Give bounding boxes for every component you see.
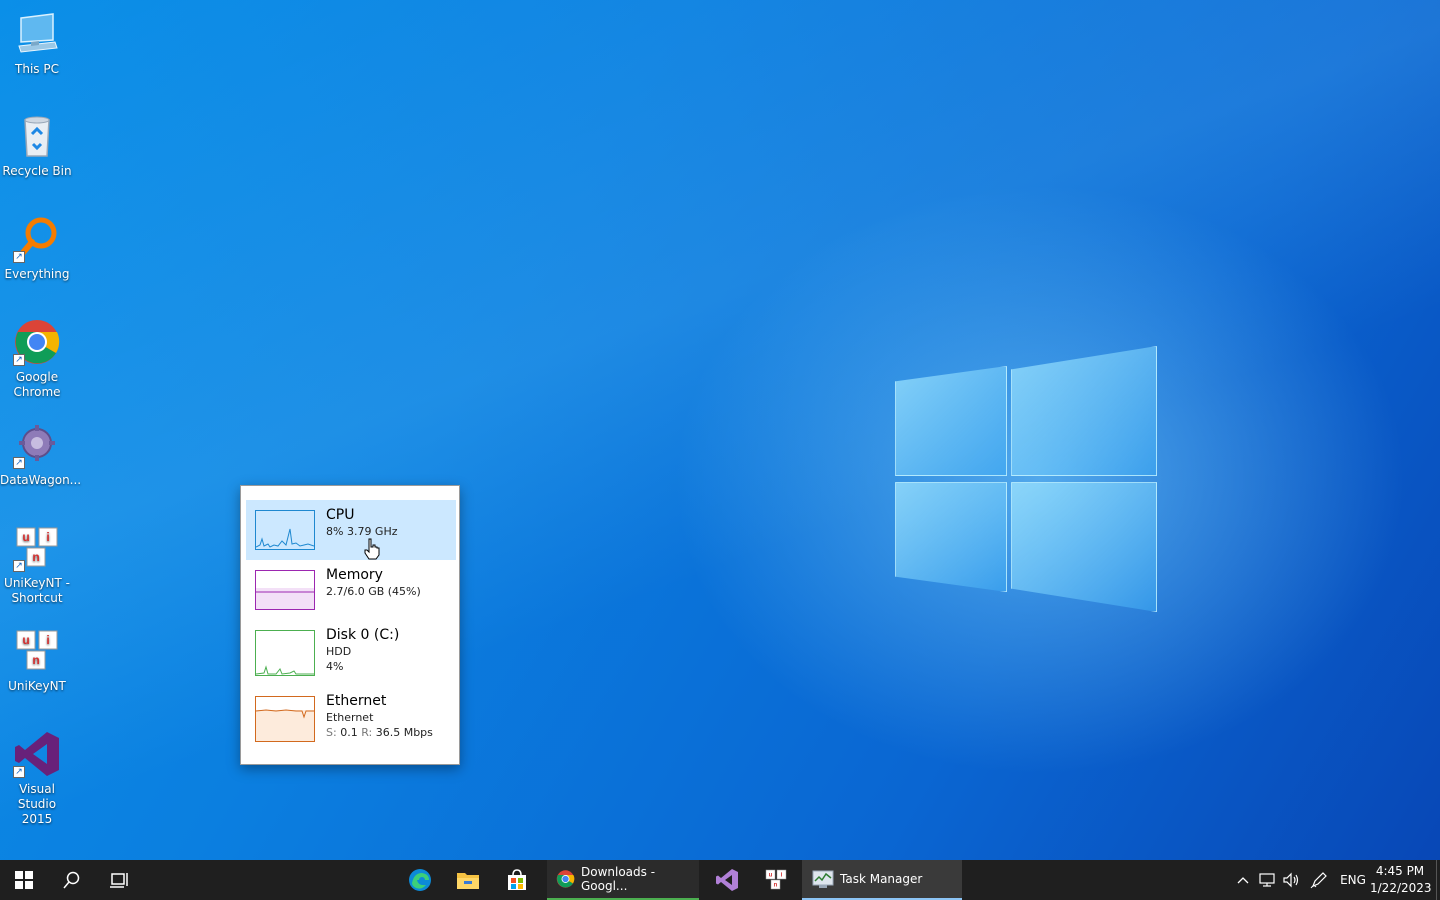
show-hidden-icons-button[interactable]: [1232, 860, 1254, 900]
recycle-bin-icon: [13, 112, 61, 160]
taskbar-unikey-button[interactable]: u i n: [752, 860, 800, 900]
desktop-icon-label: Recycle Bin: [2, 164, 72, 178]
chevron-up-icon: [1237, 877, 1249, 884]
datawagon-icon: ↗: [13, 421, 61, 469]
task-manager-icon: [812, 870, 834, 888]
desktop-icon-visual-studio[interactable]: ↗ Visual Studio 2015: [0, 730, 74, 827]
network-tray-button[interactable]: [1256, 860, 1278, 900]
desktop-icon-label: Everything: [4, 267, 70, 281]
wallpaper-light-beam: [0, 0, 1440, 860]
store-icon: [508, 869, 526, 890]
desktop-icon-unikeynt-shortcut[interactable]: u i n ↗ UniKeyNT - Shortcut: [0, 524, 74, 606]
desktop-icon-label: Google Chrome: [13, 370, 61, 399]
taskbar-file-explorer-button[interactable]: [444, 860, 492, 900]
taskbar: Downloads - Googl... u i n Task Manager: [0, 860, 1440, 900]
desktop-icon-recycle-bin[interactable]: Recycle Bin: [0, 112, 74, 179]
perf-item-usage: 4%: [326, 660, 344, 673]
shortcut-arrow-icon: ↗: [13, 251, 25, 263]
perf-item-ethernet[interactable]: Ethernet Ethernet S: 0.1 R: 36.5 Mbps: [246, 686, 456, 752]
perf-item-cpu[interactable]: CPU 8% 3.79 GHz: [246, 500, 456, 560]
perf-item-title: CPU: [326, 507, 355, 523]
svg-text:u: u: [22, 530, 29, 544]
perf-item-detail: Ethernet: [326, 711, 374, 724]
shortcut-arrow-icon: ↗: [13, 354, 25, 366]
input-language-indicator[interactable]: ENG: [1336, 860, 1370, 900]
svg-text:u: u: [769, 873, 773, 879]
svg-text:n: n: [32, 653, 39, 667]
perf-item-title: Memory: [326, 567, 383, 583]
perf-item-title: Disk 0 (C:): [326, 627, 400, 643]
computer-icon: [13, 10, 61, 58]
volume-tray-button[interactable]: [1280, 860, 1302, 900]
taskbar-app-label: Task Manager: [840, 872, 923, 886]
edge-icon: [409, 869, 431, 891]
svg-text:u: u: [22, 633, 29, 647]
svg-text:n: n: [32, 550, 39, 564]
desktop-icon-google-chrome[interactable]: ↗ Google Chrome: [0, 318, 74, 400]
shortcut-arrow-icon: ↗: [13, 457, 25, 469]
task-manager-performance-flyout: CPU 8% 3.79 GHz Memory 2.7/6.0 GB (45%) …: [240, 485, 460, 765]
taskbar-task-manager[interactable]: Task Manager: [802, 860, 962, 900]
language-label: ENG: [1340, 873, 1366, 887]
search-button[interactable]: [48, 860, 96, 900]
task-view-button[interactable]: [96, 860, 144, 900]
perf-item-throughput: S: 0.1 R: 36.5 Mbps: [326, 726, 433, 739]
memory-graph: [255, 570, 315, 610]
shortcut-arrow-icon: ↗: [13, 766, 25, 778]
desktop-icon-label: Visual Studio 2015: [17, 782, 57, 826]
task-view-icon: [110, 873, 128, 888]
perf-item-memory[interactable]: Memory 2.7/6.0 GB (45%): [246, 560, 456, 620]
taskbar-chrome-downloads[interactable]: Downloads - Googl...: [547, 860, 699, 900]
search-icon: [63, 871, 80, 889]
disk-graph: [255, 630, 315, 676]
speaker-icon: [1283, 872, 1299, 888]
chrome-icon: [556, 870, 575, 888]
pen-workspace-button[interactable]: [1308, 860, 1330, 900]
svg-text:n: n: [774, 883, 778, 889]
desktop-icon-this-pc[interactable]: This PC: [0, 10, 74, 77]
chrome-icon: ↗: [13, 318, 61, 366]
perf-item-disk[interactable]: Disk 0 (C:) HDD 4%: [246, 620, 456, 686]
taskbar-visual-studio-button[interactable]: [703, 860, 751, 900]
desktop-icon-unikeynt[interactable]: u i n UniKeyNT: [0, 627, 74, 694]
ethernet-graph: [255, 696, 315, 742]
visual-studio-icon: [716, 869, 738, 891]
desktop-icon-label: DataWagon...: [0, 473, 82, 487]
perf-item-detail: 8% 3.79 GHz: [326, 525, 398, 538]
visual-studio-icon: ↗: [13, 730, 61, 778]
windows-logo-wallpaper: [893, 346, 1159, 616]
start-button[interactable]: [0, 860, 48, 900]
perf-item-detail: 2.7/6.0 GB (45%): [326, 585, 421, 598]
shortcut-arrow-icon: ↗: [13, 560, 25, 572]
desktop-icon-label: This PC: [15, 62, 59, 76]
taskbar-app-label: Downloads - Googl...: [581, 865, 656, 893]
cpu-graph: [255, 510, 315, 550]
desktop-icon-everything[interactable]: ↗ Everything: [0, 215, 74, 282]
desktop-icon-label: UniKeyNT: [8, 679, 66, 693]
system-clock[interactable]: 4:45 PM 1/22/2023: [1370, 863, 1432, 897]
perf-item-title: Ethernet: [326, 693, 387, 709]
taskbar-store-button[interactable]: [492, 860, 542, 900]
perf-item-detail: HDD: [326, 645, 352, 658]
network-icon: [1259, 873, 1275, 887]
show-desktop-button[interactable]: [1436, 860, 1440, 900]
clock-time: 4:45 PM: [1375, 864, 1425, 878]
folder-icon: [457, 873, 479, 889]
unikey-icon: u i n: [765, 869, 787, 890]
windows-start-icon: [15, 871, 33, 889]
svg-text:i: i: [46, 530, 49, 544]
unikey-icon: u i n ↗: [13, 524, 61, 572]
pen-icon: [1310, 872, 1327, 889]
taskbar-edge-button[interactable]: [396, 860, 444, 900]
unikey-icon: u i n: [13, 627, 61, 675]
everything-search-icon: ↗: [13, 215, 61, 263]
desktop-icon-label: UniKeyNT - Shortcut: [4, 576, 70, 605]
svg-text:i: i: [46, 633, 49, 647]
clock-date: 1/22/2023: [1370, 881, 1432, 895]
desktop-icon-datawagon[interactable]: ↗ DataWagon...: [0, 421, 82, 488]
